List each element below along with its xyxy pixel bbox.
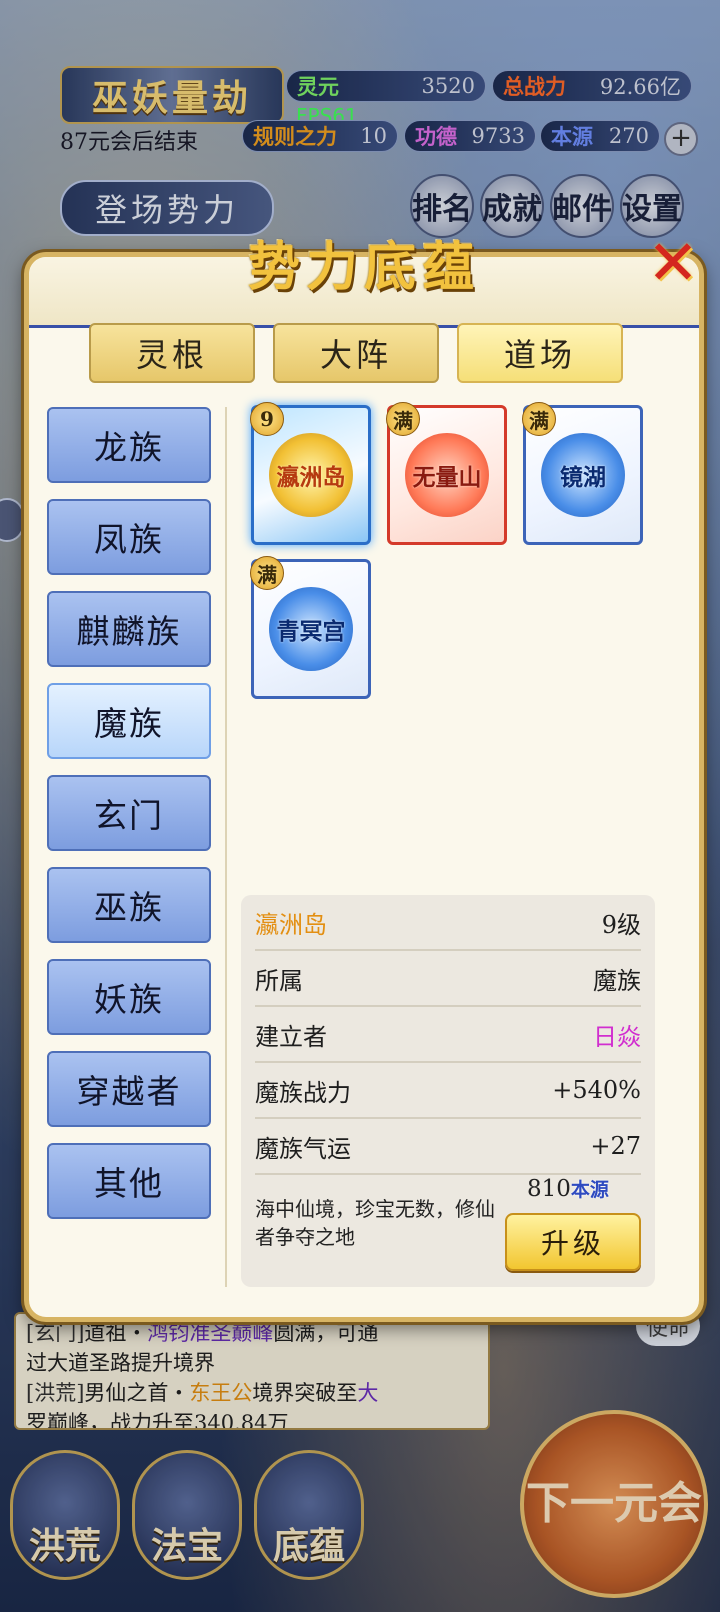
info-row-power: 魔族战力 +540% — [255, 1063, 641, 1119]
card-label: 无量山 — [405, 433, 489, 517]
daochang-card-qingminggong[interactable]: 满 青冥宫 — [250, 556, 371, 699]
tab-daochang[interactable]: 道场 — [457, 323, 623, 383]
faction-item-longzu[interactable]: 龙族 — [47, 407, 211, 483]
daochang-card-yingzhoudao[interactable]: 9 瀛洲岛 — [250, 402, 371, 545]
info-name: 瀛洲岛 — [255, 910, 327, 939]
info-label: 建立者 — [255, 1022, 327, 1051]
level-badge: 满 — [386, 402, 420, 436]
info-panel: 瀛洲岛 9级 所属 魔族 建立者 日焱 魔族战力 +540% 魔族气运 +27 … — [241, 895, 655, 1287]
faction-item-qilinzu[interactable]: 麒麟族 — [47, 591, 211, 667]
close-icon[interactable]: ✕ — [641, 232, 705, 297]
daochang-card-wuliangshan[interactable]: 满 无量山 — [386, 402, 507, 545]
upgrade-button[interactable]: 升级 — [505, 1213, 641, 1271]
foundation-modal: 势力底蕴 ✕ 灵根 大阵 道场 龙族 凤族 麒麟族 魔族 玄门 巫族 妖族 穿越… — [24, 232, 704, 1322]
info-row-affiliation: 所属 魔族 — [255, 951, 641, 1007]
info-value: +27 — [590, 1132, 641, 1160]
faction-item-qita[interactable]: 其他 — [47, 1143, 211, 1219]
card-label: 镜湖 — [541, 433, 625, 517]
faction-item-yaozu[interactable]: 妖族 — [47, 959, 211, 1035]
tab-dazhen[interactable]: 大阵 — [273, 323, 439, 383]
faction-item-chuanyuezhe[interactable]: 穿越者 — [47, 1051, 211, 1127]
faction-list: 龙族 凤族 麒麟族 魔族 玄门 巫族 妖族 穿越者 其他 — [47, 407, 213, 1235]
level-badge: 满 — [250, 556, 284, 590]
info-label: 魔族气运 — [255, 1134, 351, 1163]
modal-title: 势力底蕴 — [247, 237, 480, 298]
info-row-founder: 建立者 日焱 — [255, 1007, 641, 1063]
info-row-fortune: 魔族气运 +27 — [255, 1119, 641, 1175]
cost-unit: 本源 — [570, 1179, 609, 1201]
info-description: 海中仙境，珍宝无数，修仙者争夺之地 — [255, 1197, 495, 1249]
faction-item-xuanmen[interactable]: 玄门 — [47, 775, 211, 851]
faction-item-wuzu[interactable]: 巫族 — [47, 867, 211, 943]
info-level: 9级 — [601, 910, 641, 939]
cost-value: 810 — [527, 1176, 571, 1202]
list-divider — [225, 407, 227, 1287]
faction-item-mozu[interactable]: 魔族 — [47, 683, 211, 759]
info-value: +540% — [552, 1076, 641, 1104]
tab-lingen[interactable]: 灵根 — [89, 323, 255, 383]
daochang-card-jinghu[interactable]: 满 镜湖 — [522, 402, 643, 545]
level-badge: 满 — [522, 402, 556, 436]
faction-item-fengzu[interactable]: 凤族 — [47, 499, 211, 575]
info-value: 魔族 — [593, 966, 641, 995]
card-label: 青冥宫 — [269, 587, 353, 671]
card-label: 瀛洲岛 — [269, 433, 353, 517]
upgrade-cost: 810本源 — [527, 1175, 609, 1202]
info-label: 所属 — [255, 966, 303, 995]
level-badge: 9 — [250, 402, 284, 436]
info-header-row: 瀛洲岛 9级 — [255, 895, 641, 951]
info-label: 魔族战力 — [255, 1078, 351, 1107]
info-value: 日焱 — [593, 1022, 641, 1051]
